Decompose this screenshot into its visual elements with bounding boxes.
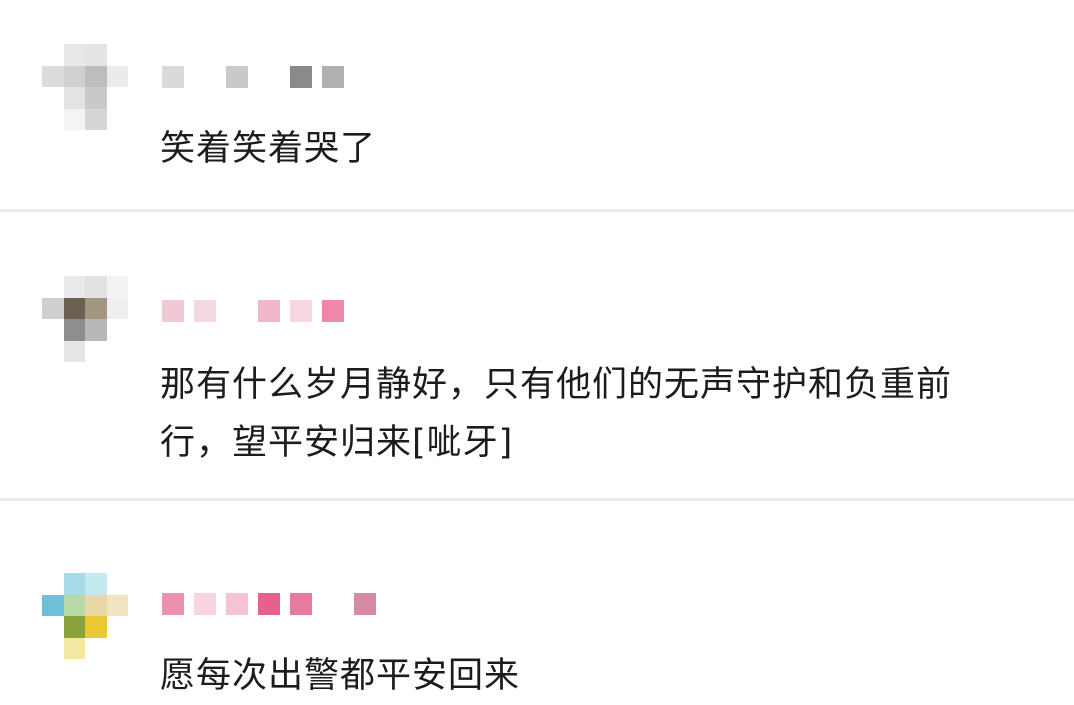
comment-item: 那有什么岁月静好，只有他们的无声守护和负重前行，望平安归来[呲牙] xyxy=(0,212,1074,499)
avatar-mosaic-block xyxy=(106,340,128,362)
avatar-mosaic-block xyxy=(42,44,64,66)
comment-item: 笑着笑着哭了 xyxy=(0,0,1074,210)
username-mosaic-block xyxy=(322,66,344,88)
username-mosaic-block xyxy=(194,593,216,615)
avatar-mosaic-block xyxy=(63,87,85,109)
avatar-mosaic-block xyxy=(42,340,64,362)
avatar-mosaic-block xyxy=(42,594,64,616)
avatar-mosaic-block xyxy=(42,108,64,130)
username-mosaic-block xyxy=(322,300,344,322)
avatar-mosaic-block xyxy=(106,108,128,130)
username-mosaic-block xyxy=(162,300,184,322)
avatar-mosaic-block xyxy=(63,65,85,87)
avatar-mosaic-block xyxy=(42,637,64,659)
avatar-mosaic-block xyxy=(63,594,85,616)
username-mosaic-block xyxy=(226,66,248,88)
username-mosaic-block xyxy=(290,593,312,615)
avatar-mosaic-block xyxy=(85,65,107,87)
avatar-mosaic-block xyxy=(106,65,128,87)
username-mosaic-block xyxy=(194,66,216,88)
comment-item: 愿每次出警都平安回来 xyxy=(0,501,1074,701)
avatar-mosaic-block xyxy=(106,637,128,659)
avatar[interactable] xyxy=(42,276,128,362)
avatar-mosaic-block xyxy=(63,340,85,362)
avatar-mosaic-block xyxy=(106,573,128,595)
avatar-mosaic-block xyxy=(85,108,107,130)
avatar-mosaic-block xyxy=(106,319,128,341)
avatar-mosaic-block xyxy=(85,594,107,616)
avatar-mosaic-block xyxy=(63,616,85,638)
avatar-mosaic-block xyxy=(85,44,107,66)
username-blurred[interactable] xyxy=(162,589,386,619)
avatar-mosaic-block xyxy=(85,297,107,319)
username-mosaic-block xyxy=(194,300,216,322)
username-mosaic-block xyxy=(162,66,184,88)
username-blurred[interactable] xyxy=(162,296,354,326)
avatar-mosaic-block xyxy=(63,297,85,319)
comment-text: 笑着笑着哭了 xyxy=(160,129,377,169)
avatar-mosaic-block xyxy=(106,87,128,109)
avatar-mosaic-block xyxy=(63,637,85,659)
username-mosaic-block xyxy=(290,66,312,88)
username-mosaic-block xyxy=(258,300,280,322)
comment-text: 那有什么岁月静好，只有他们的无声守护和负重前行，望平安归来[呲牙] xyxy=(160,365,953,463)
username-mosaic-block xyxy=(258,593,280,615)
comment-text: 愿每次出警都平安回来 xyxy=(160,656,521,696)
avatar-mosaic-block xyxy=(63,276,85,298)
avatar-mosaic-block xyxy=(42,276,64,298)
avatar[interactable] xyxy=(42,44,128,130)
username-mosaic-block xyxy=(258,66,280,88)
avatar-mosaic-block xyxy=(63,108,85,130)
username-mosaic-block xyxy=(290,300,312,322)
avatar-mosaic-block xyxy=(85,616,107,638)
avatar-mosaic-block xyxy=(85,637,107,659)
avatar-mosaic-block xyxy=(106,276,128,298)
username-mosaic-block xyxy=(322,593,344,615)
username-mosaic-block xyxy=(226,593,248,615)
avatar-mosaic-block xyxy=(63,319,85,341)
avatar-mosaic-block xyxy=(42,65,64,87)
username-mosaic-block xyxy=(226,300,248,322)
avatar-mosaic-block xyxy=(42,616,64,638)
avatar-mosaic-block xyxy=(106,44,128,66)
avatar-mosaic-block xyxy=(85,340,107,362)
avatar-mosaic-block xyxy=(85,573,107,595)
avatar-mosaic-block xyxy=(85,276,107,298)
avatar-mosaic-block xyxy=(42,297,64,319)
avatar-mosaic-block xyxy=(42,573,64,595)
avatar[interactable] xyxy=(42,573,128,659)
username-mosaic-block xyxy=(162,593,184,615)
avatar-mosaic-block xyxy=(85,87,107,109)
avatar-mosaic-block xyxy=(85,319,107,341)
avatar-mosaic-block xyxy=(42,319,64,341)
avatar-mosaic-block xyxy=(42,87,64,109)
username-mosaic-block xyxy=(354,593,376,615)
avatar-mosaic-block xyxy=(63,573,85,595)
avatar-mosaic-block xyxy=(63,44,85,66)
avatar-mosaic-block xyxy=(106,616,128,638)
avatar-mosaic-block xyxy=(106,594,128,616)
username-blurred[interactable] xyxy=(162,62,354,92)
avatar-mosaic-block xyxy=(106,297,128,319)
